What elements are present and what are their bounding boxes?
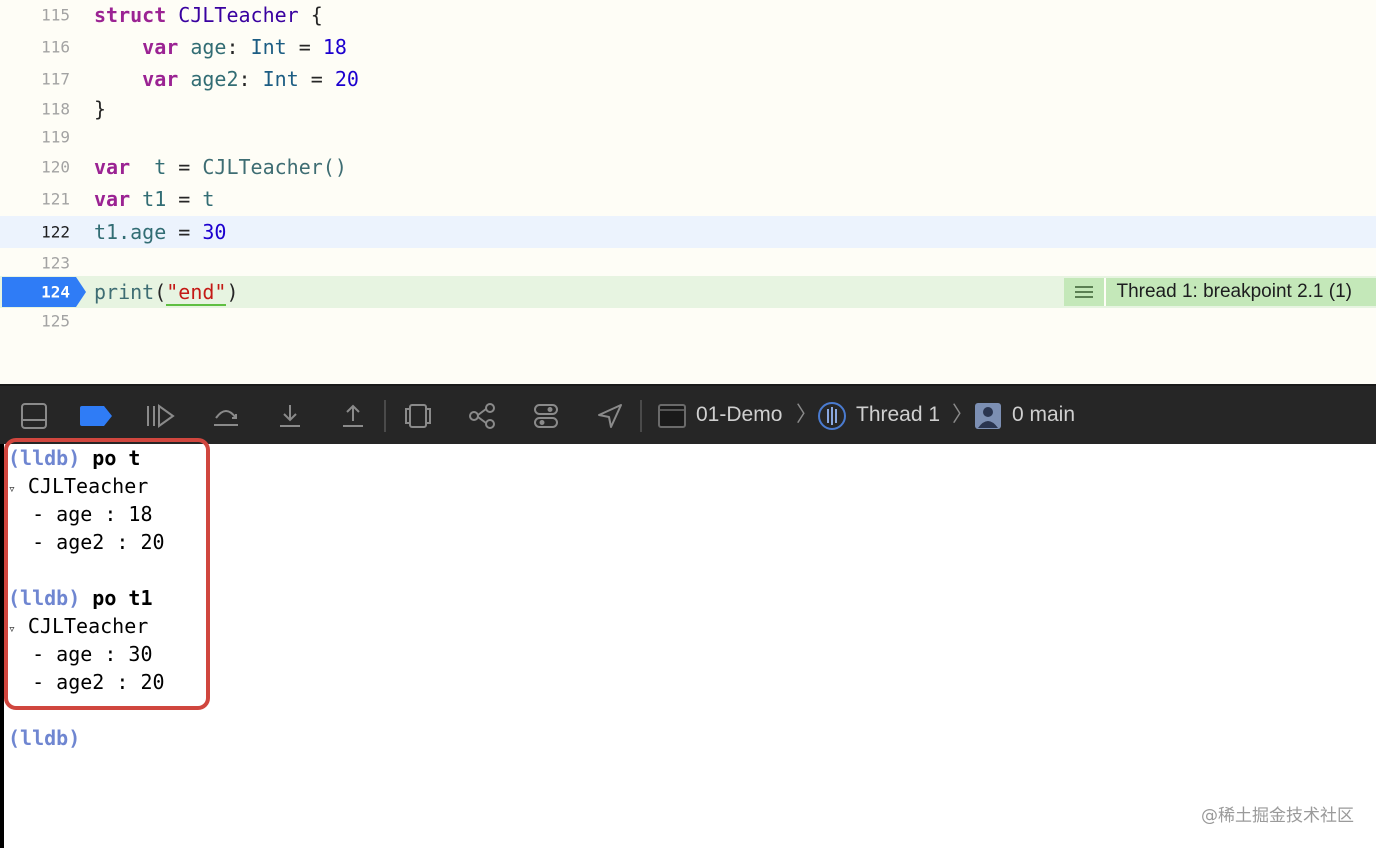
app-window-icon: [656, 400, 688, 432]
chevron-right-icon: 〉: [796, 403, 817, 426]
toolbar-separator: [640, 400, 642, 432]
breakpoints-toggle-icon[interactable]: [80, 400, 112, 432]
code-line[interactable]: 125: [0, 306, 1376, 336]
hide-debug-area-icon[interactable]: [18, 400, 50, 432]
step-over-icon[interactable]: [210, 400, 242, 432]
breakpoint-annotation[interactable]: Thread 1: breakpoint 2.1 (1): [1064, 278, 1376, 306]
code-line[interactable]: 115 struct CJLTeacher {: [0, 0, 1376, 30]
line-number: 121: [41, 189, 70, 209]
code-editor[interactable]: 115 struct CJLTeacher { 116 var age: Int…: [0, 0, 1376, 384]
step-out-icon[interactable]: [337, 400, 369, 432]
code-line[interactable]: 118 }: [0, 94, 1376, 124]
lldb-console[interactable]: (lldb) po t ▿ CJLTeacher - age : 18 - ag…: [0, 438, 1376, 848]
line-number: 119: [41, 127, 70, 147]
stack-frame-user-icon: [972, 400, 1004, 432]
code-text: struct CJLTeacher {: [94, 3, 323, 27]
line-number: 120: [41, 157, 70, 177]
highlight-annotation-box: [4, 438, 210, 710]
environment-overrides-icon[interactable]: [530, 400, 562, 432]
thread-icon: [816, 400, 848, 432]
line-number: 117: [41, 69, 70, 89]
line-number: 122: [41, 222, 70, 242]
simulate-location-icon[interactable]: [594, 400, 626, 432]
code-line[interactable]: 120 var t = CJLTeacher(): [0, 152, 1376, 182]
continue-icon[interactable]: [144, 400, 176, 432]
line-number: 115: [41, 5, 70, 25]
code-text: t1.age = 30: [94, 220, 227, 244]
line-number: 123: [41, 253, 70, 273]
breadcrumb-frame[interactable]: 0 main: [1012, 386, 1075, 444]
code-text: var age2: Int = 20: [142, 67, 359, 91]
console-prompt-line[interactable]: (lldb): [8, 724, 80, 752]
code-line[interactable]: 119: [0, 122, 1376, 152]
code-line[interactable]: 117 var age2: Int = 20: [0, 64, 1376, 94]
code-line-current[interactable]: 122 t1.age = 30: [0, 216, 1376, 248]
view-hierarchy-icon[interactable]: [402, 400, 434, 432]
line-number: 118: [41, 99, 70, 119]
code-text: var age: Int = 18: [142, 35, 347, 59]
watermark: @稀土掘金技术社区: [1201, 806, 1354, 826]
hamburger-menu-icon[interactable]: [1064, 278, 1107, 306]
breadcrumb-process[interactable]: 01-Demo: [696, 386, 782, 444]
code-line-breakpoint[interactable]: 124 print("end") Thread 1: breakpoint 2.…: [0, 276, 1376, 308]
toolbar-separator: [384, 400, 386, 432]
code-text: var t1 = t: [94, 187, 215, 211]
code-text: print("end"): [94, 280, 239, 306]
code-line[interactable]: 116 var age: Int = 18: [0, 32, 1376, 62]
breakpoint-label: Thread 1: breakpoint 2.1 (1): [1106, 278, 1376, 306]
breadcrumb-thread[interactable]: Thread 1: [856, 386, 940, 444]
chevron-right-icon: 〉: [952, 403, 973, 426]
code-line[interactable]: 123: [0, 248, 1376, 278]
code-text: }: [94, 97, 107, 121]
line-number: 125: [41, 311, 70, 331]
breakpoint-line-number: 124: [41, 282, 70, 302]
breakpoint-marker[interactable]: 124: [2, 277, 86, 307]
line-number: 116: [41, 37, 70, 57]
memory-graph-icon[interactable]: [466, 400, 498, 432]
code-text: var t = CJLTeacher(): [94, 155, 347, 179]
debug-bar: 01-Demo 〉 Thread 1 〉 0 main: [0, 384, 1376, 444]
step-into-icon[interactable]: [274, 400, 306, 432]
code-line[interactable]: 121 var t1 = t: [0, 184, 1376, 214]
